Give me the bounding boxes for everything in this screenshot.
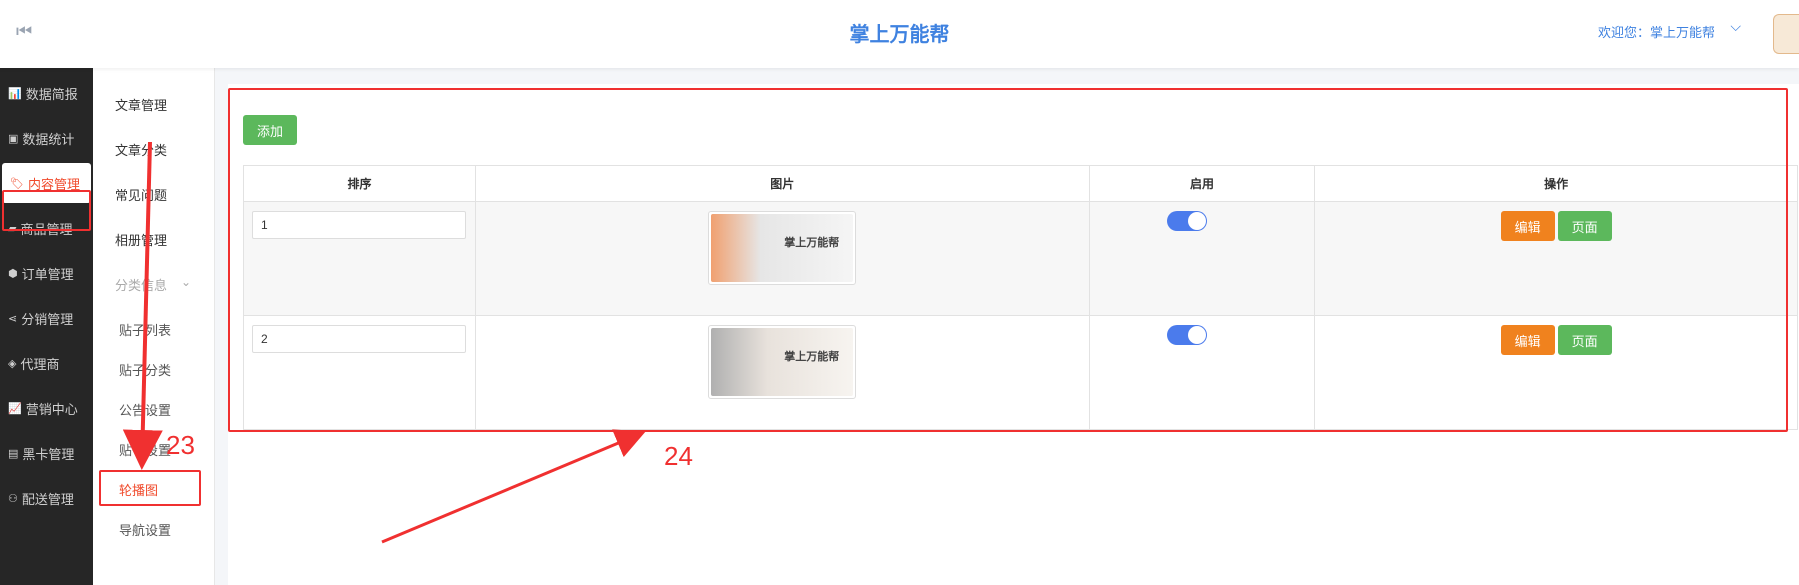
annotation-arrow-24 <box>381 429 646 544</box>
avatar[interactable] <box>1773 14 1799 54</box>
top-header: ⏮ 掌上万能帮 欢迎您：掌上万能帮 ⌵ <box>0 0 1799 68</box>
annotation-arrow-23 <box>122 141 163 470</box>
app-title: 掌上万能帮 <box>849 22 950 46</box>
annotation-arrows <box>122 141 646 544</box>
user-welcome[interactable]: 欢迎您：掌上万能帮 <box>1598 22 1715 41</box>
chevron-down-icon[interactable]: ⌵ <box>1730 19 1741 35</box>
